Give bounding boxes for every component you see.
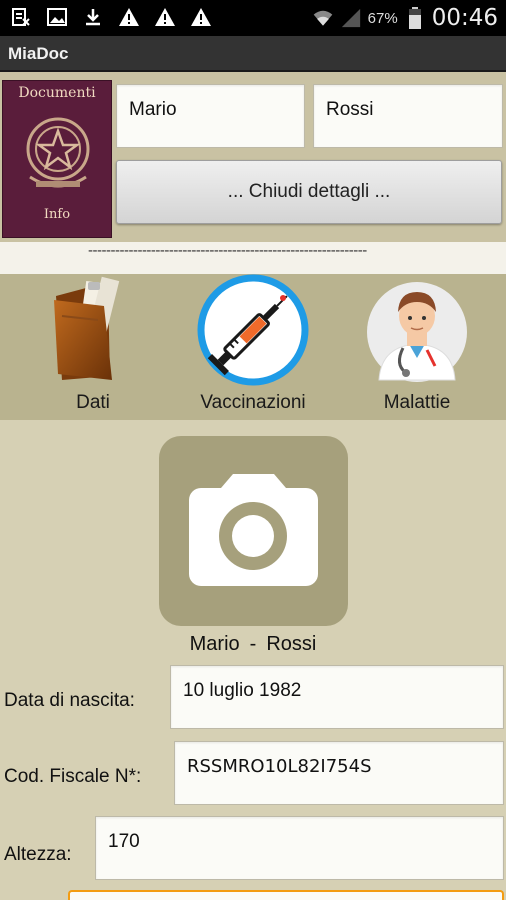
status-bar: 67% 00:46 (0, 0, 506, 36)
folder-icon (54, 276, 120, 380)
last-name-field[interactable]: Rossi (313, 84, 503, 148)
name-separator: - (249, 633, 257, 655)
battery-percentage: 67% (367, 9, 398, 27)
app-title: MiaDoc (8, 44, 69, 63)
nav-label: Malattie (383, 392, 451, 413)
wifi-icon (312, 7, 334, 29)
height-label: Altezza: (4, 844, 72, 865)
app-logo: Documenti Info (2, 80, 112, 238)
system-indicators: 67% 00:46 (312, 4, 498, 32)
nav-item-vaccinazioni[interactable]: Vaccinazioni (178, 274, 328, 420)
clock: 00:46 (431, 5, 498, 31)
warning-icon (190, 6, 212, 28)
logo-title: Documenti (18, 85, 96, 101)
battery-icon (404, 7, 426, 29)
sim-card-icon (10, 6, 32, 28)
profile-first-name: Mario (189, 633, 240, 655)
warning-icon (154, 6, 176, 28)
fiscal-code-label: Cod. Fiscale N*: (4, 766, 142, 787)
doctor-icon (367, 282, 467, 382)
section-nav: Dati Vaccinazioni Malattie (0, 274, 506, 420)
logo-subtitle: Info (43, 207, 71, 222)
profile-last-name: Rossi (266, 633, 317, 655)
action-bar: MiaDoc (0, 36, 506, 72)
first-name-field[interactable]: Mario (116, 84, 305, 148)
camera-icon (189, 474, 318, 586)
dashed-separator: ----------------------------------------… (88, 242, 367, 259)
height-field[interactable]: 170 (95, 816, 504, 880)
nav-item-dati[interactable]: Dati (38, 274, 148, 420)
emblem-icon (26, 117, 90, 188)
nav-item-malattie[interactable]: Malattie (352, 274, 482, 420)
profile-photo-button[interactable] (159, 436, 348, 626)
birth-date-field[interactable]: 10 luglio 1982 (170, 665, 504, 729)
notification-icons (10, 6, 212, 28)
divider: ----------------------------------------… (0, 242, 506, 274)
signal-icon (340, 7, 362, 29)
fiscal-code-field[interactable]: RSSMRO10L82I754S (174, 741, 504, 805)
image-icon (46, 6, 68, 28)
focused-input-field[interactable] (68, 890, 504, 900)
birth-date-label: Data di nascita: (4, 690, 135, 711)
nav-label: Vaccinazioni (200, 392, 306, 413)
close-details-button[interactable]: ... Chiudi dettagli ... (116, 160, 502, 224)
profile-name: Mario - Rossi (0, 633, 506, 656)
download-icon (82, 6, 104, 28)
syringe-icon (197, 274, 309, 386)
nav-label: Dati (76, 392, 110, 413)
warning-icon (118, 6, 140, 28)
